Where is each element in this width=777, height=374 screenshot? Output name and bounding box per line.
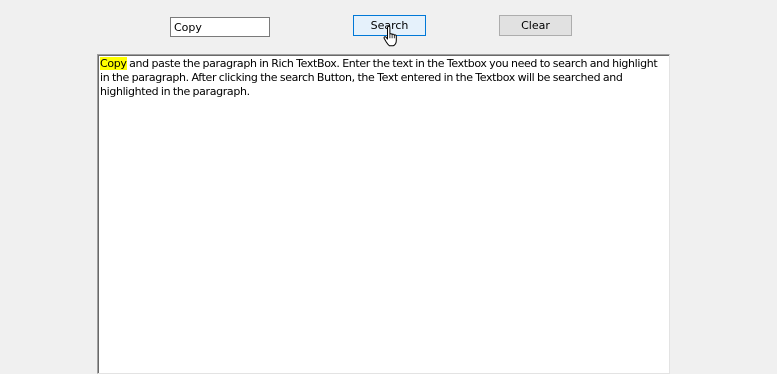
search-input[interactable] xyxy=(170,17,270,37)
pointer-hand-icon xyxy=(383,26,397,47)
clear-button[interactable]: Clear xyxy=(499,15,572,36)
highlighted-match: Copy xyxy=(100,57,127,70)
paragraph-text: and paste the paragraph in Rich TextBox.… xyxy=(100,57,658,98)
rich-textbox[interactable]: Copy and paste the paragraph in Rich Tex… xyxy=(97,54,670,374)
